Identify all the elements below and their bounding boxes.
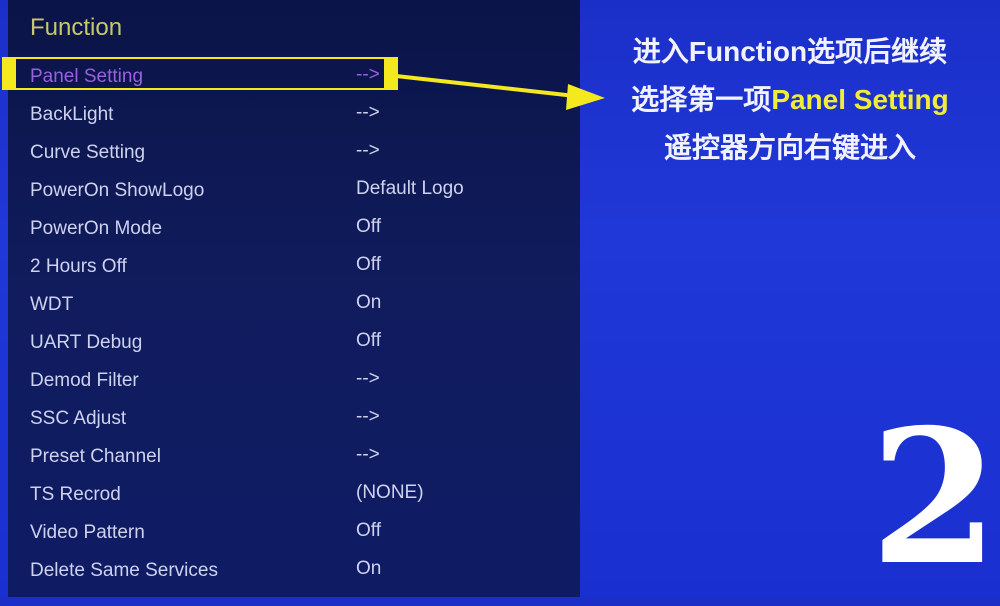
hint-line-2-highlight: Panel Setting: [771, 84, 949, 115]
hint-line-3: 遥控器方向右键进入: [663, 132, 916, 163]
hint-line-2-prefix: 选择第一项: [631, 84, 772, 115]
step-number: 2: [870, 388, 999, 606]
hint-line-2: 选择第一项Panel Setting: [590, 78, 990, 118]
hint-line-1: 进入Function选项后继续: [632, 36, 948, 67]
